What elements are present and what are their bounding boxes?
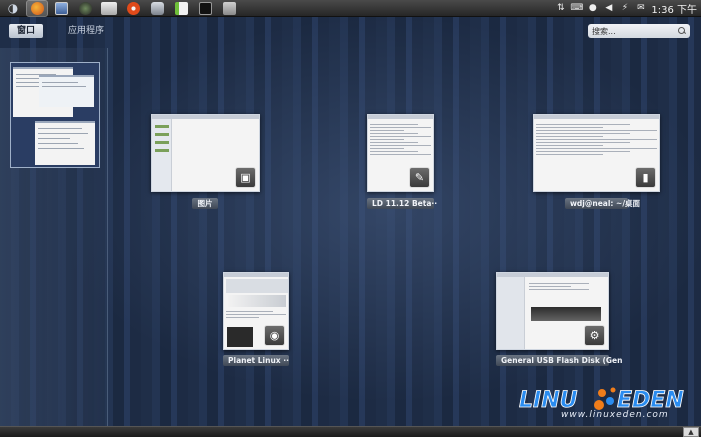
search-icon [678,27,686,35]
workspace-thumbnail[interactable] [10,62,100,168]
tab-windows[interactable]: 窗口 [9,24,44,38]
window-thumbnail-pictures[interactable]: ▣ [151,114,260,192]
settings-icon: ⚙ [584,325,605,346]
window-caption-terminal[interactable]: wdj@neal: ~/桌面 [565,198,640,209]
mail-icon[interactable]: ✉ [635,3,646,14]
power-icon[interactable]: ⚡ [619,3,630,14]
text-editor-icon: ✎ [409,167,430,188]
firefox-icon: ◉ [264,325,285,346]
workspace-column [0,48,108,426]
window-caption-pictures[interactable]: 图片 [192,198,218,209]
system-tray: ⇅ ⌨ ● ◀ ⚡ ✉ 1:36 下午 [555,0,701,17]
window-caption-planet-linux[interactable]: Planet Linux ·· [223,355,289,366]
window-thumbnail-planet-linux[interactable]: ◉ [223,272,289,350]
camera-icon[interactable] [147,1,167,16]
terminal-icon[interactable] [195,1,215,16]
text-editor-icon[interactable] [171,1,191,16]
file-manager-icon[interactable] [99,1,119,16]
linuxeden-logo: LINU EDEN www.linuxeden.com [517,383,695,425]
ubuntu-logo-icon[interactable]: ◑ [3,1,23,16]
show-desktop-icon[interactable]: ▲ [683,427,699,437]
network-icon[interactable]: ⇅ [555,3,566,14]
media-player-icon[interactable] [123,1,143,16]
window-thumbnail-terminal[interactable]: ▮ [533,114,660,192]
top-panel: ◑ ⇅ ⌨ ● ◀ ⚡ ✉ 1:36 下午 [0,0,701,17]
firefox-icon[interactable] [26,0,48,17]
camera-icon: ▣ [235,167,256,188]
window-thumbnail-release-notes[interactable]: ✎ [367,114,434,192]
globe-icon[interactable] [75,1,95,16]
launcher: ◑ [0,0,243,17]
settings-icon[interactable] [219,1,239,16]
logo-url-text: www.linuxeden.com [561,410,669,420]
volume-icon[interactable]: ◀ [603,3,614,14]
bluetooth-icon[interactable]: ● [587,3,598,14]
window-caption-usb-disk[interactable]: General USB Flash Disk (Gen [496,355,622,366]
window-thumbnail-usb-disk[interactable]: ⚙ [496,272,609,350]
panel-clock[interactable]: 1:36 下午 [651,1,697,16]
window-caption-release-notes[interactable]: LD 11.12 Beta·· [367,198,437,209]
keyboard-icon[interactable]: ⌨ [570,3,583,14]
terminal-icon: ▮ [635,167,656,188]
tab-applications[interactable]: 应用程序 [60,24,112,38]
image-viewer-icon[interactable] [51,1,71,16]
search-box[interactable]: 搜索... [588,24,690,38]
bottom-panel: ▲ [0,426,701,437]
search-input[interactable]: 搜索... [592,26,678,37]
